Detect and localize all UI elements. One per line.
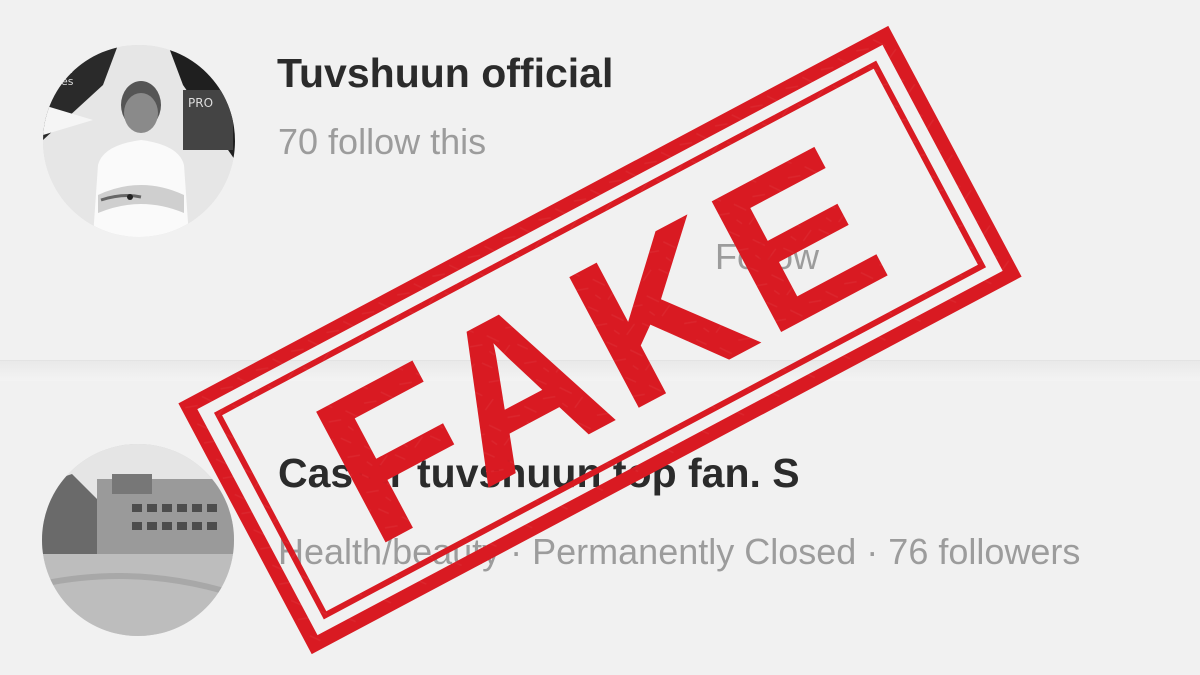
building-photo-avatar[interactable]: [42, 444, 234, 636]
page-result-item[interactable]: PRO nt es Tuvshuun official 70 follow th…: [0, 0, 1200, 360]
avatar-image: PRO nt es: [43, 45, 235, 237]
page-name[interactable]: Tuvshuun official: [277, 50, 613, 97]
page-name[interactable]: Caster tuvshuun top fan. S: [278, 450, 800, 497]
list-divider: [0, 360, 1200, 381]
page-category-status: Health/beauty · Permanently Closed · 76 …: [278, 531, 1081, 572]
person-photo-avatar[interactable]: PRO nt es: [43, 45, 235, 237]
svg-text:es: es: [61, 75, 74, 88]
follow-button[interactable]: Follow: [715, 236, 819, 278]
svg-text:PRO: PRO: [188, 96, 213, 110]
follower-count: 70 follow this: [278, 121, 487, 162]
avatar-image: [42, 444, 234, 636]
